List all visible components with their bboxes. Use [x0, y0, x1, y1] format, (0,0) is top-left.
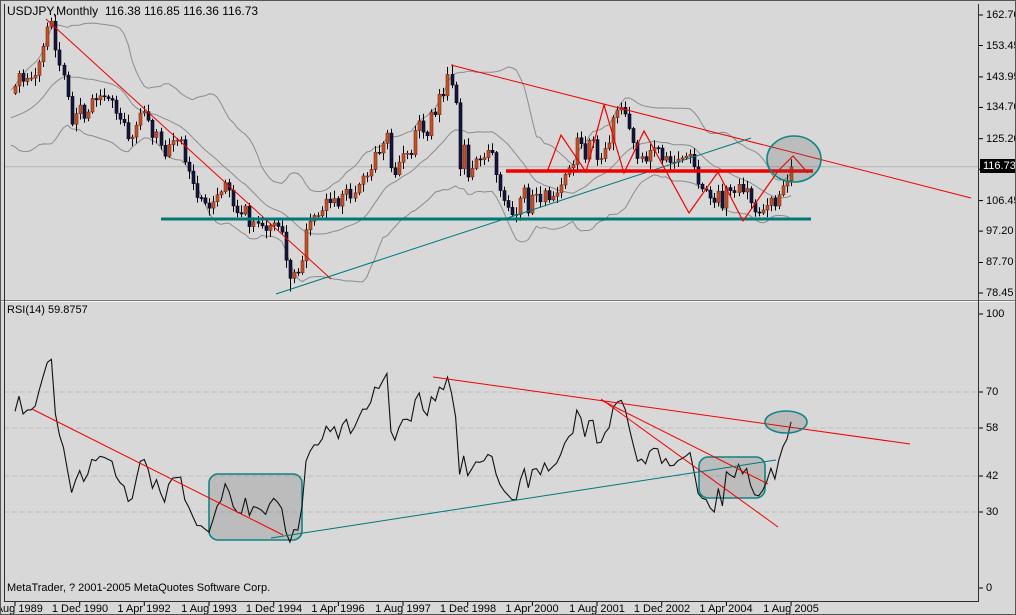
date-tick-label: 1 Dec 1990: [51, 603, 109, 615]
date-tick-label: 1 Aug 1997: [375, 603, 431, 615]
price-tick-label: 143.95: [986, 71, 1015, 83]
rsi-tick-label: 58: [986, 422, 999, 434]
date-tick-label: 1 Aug 1989: [1, 603, 43, 615]
date-tick-label: 1 Apr 1992: [117, 603, 171, 615]
price-chart-canvas[interactable]: [1, 1, 1015, 614]
price-tick-label: 125.20: [986, 133, 1015, 145]
chart-title: USDJPY,Monthly 116.38 116.85 116.36 116.…: [7, 4, 259, 18]
price-tick-label: 134.70: [986, 101, 1015, 113]
rsi-tick-label: 100: [986, 308, 1005, 320]
copyright-text: MetaTrader, ? 2001-2005 MetaQuotes Softw…: [7, 582, 271, 594]
price-tick-label: 162.70: [986, 9, 1015, 21]
price-tick-label: 97.20: [986, 225, 1014, 237]
date-tick-label: 1 Dec 2002: [633, 603, 691, 615]
panel-splitter[interactable]: [1, 298, 1015, 304]
price-tick-label: 106.45: [986, 195, 1015, 207]
rsi-tick-label: 70: [986, 386, 999, 398]
rsi-tick-label: 42: [986, 470, 999, 482]
date-tick-label: 1 Apr 2004: [699, 603, 753, 615]
date-tick-label: 1 Apr 2000: [505, 603, 559, 615]
rsi-indicator-label: RSI(14) 59.8757: [7, 304, 88, 316]
price-tick-label: 153.45: [986, 40, 1015, 52]
current-price-box: 116.73: [980, 159, 1015, 173]
price-tick-label: 87.70: [986, 256, 1014, 268]
rsi-tick-label: 0: [986, 582, 993, 594]
date-tick-label: 1 Aug 2001: [569, 603, 625, 615]
date-tick-label: 1 Dec 1994: [245, 603, 303, 615]
rsi-tick-label: 30: [986, 506, 999, 518]
date-tick-label: 1 Aug 1993: [181, 603, 237, 615]
date-tick-label: 1 Dec 1998: [439, 603, 497, 615]
date-tick-label: 1 Aug 2005: [763, 603, 819, 615]
date-tick-label: 1 Apr 1996: [311, 603, 365, 615]
metatrader-chart-window: 162.70153.45143.95134.70125.20115.95106.…: [0, 0, 1016, 615]
